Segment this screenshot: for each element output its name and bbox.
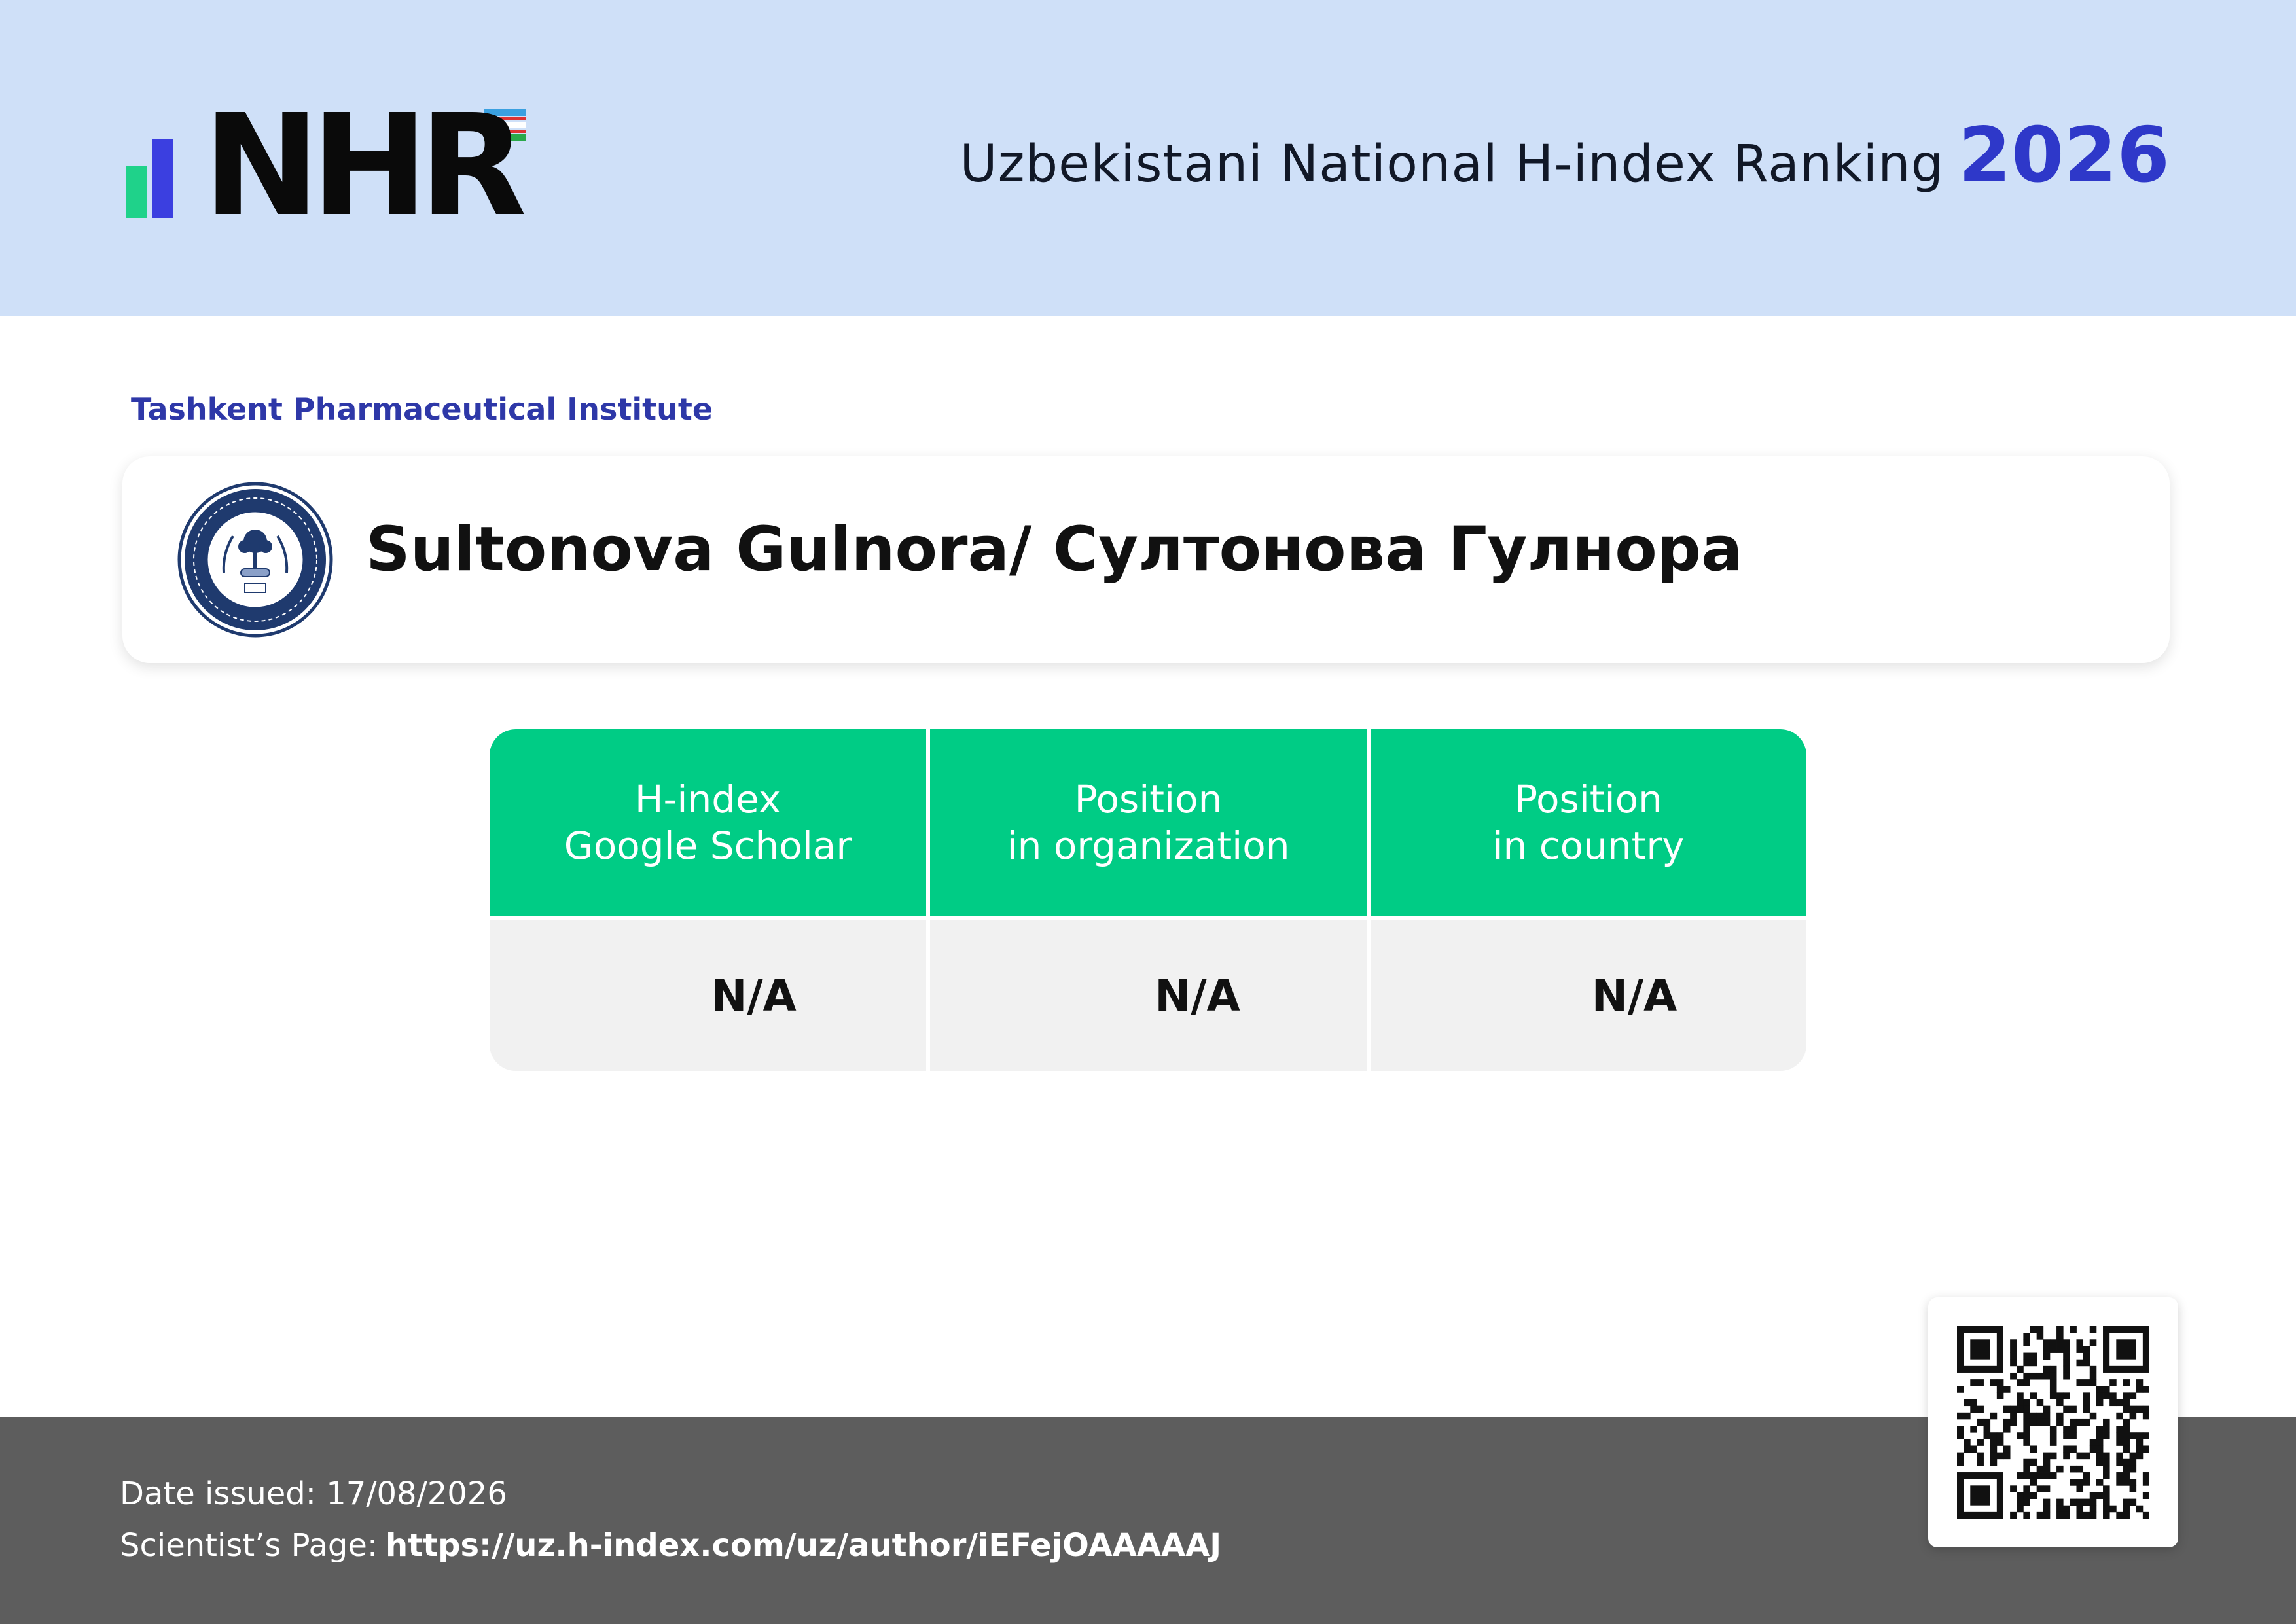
- header-title: Uzbekistani National H-index Ranking 2026: [960, 111, 2170, 200]
- date-label: Date issued:: [120, 1475, 316, 1512]
- ranking-title: Uzbekistani National H-index Ranking: [960, 135, 1945, 194]
- scientist-page: Scientist’s Page: https://uz.h-index.com/…: [120, 1527, 1221, 1564]
- header-line: in organization: [1007, 823, 1290, 868]
- organization-name: Tashkent Pharmaceutical Institute: [131, 391, 713, 427]
- date-issued: Date issued: 17/08/2026: [120, 1475, 507, 1512]
- institute-seal: [177, 481, 334, 638]
- country-position-value: N/A: [1371, 920, 1806, 1071]
- header-line: Position: [1515, 777, 1662, 822]
- hindex-value: N/A: [490, 920, 926, 1071]
- page-label: Scientist’s Page:: [120, 1527, 378, 1564]
- scientist-page-link[interactable]: https://uz.h-index.com/uz/author/iEFejOA…: [386, 1527, 1221, 1564]
- date-value: 17/08/2026: [326, 1475, 507, 1512]
- scientist-name: Sultonova Gulnora/ Султонова Гулнора: [366, 514, 1743, 585]
- header-line: in country: [1492, 823, 1685, 868]
- institute-seal-icon: [177, 482, 333, 638]
- ranking-year: 2026: [1958, 111, 2170, 200]
- ranking-table: H-index Google Scholar Position in organiz…: [490, 729, 1806, 1071]
- nhr-logo: NHR: [123, 96, 542, 236]
- logo-text: NHR: [203, 84, 527, 247]
- header-line: Google Scholar: [564, 823, 852, 868]
- header-line: H-index: [634, 777, 781, 822]
- column-header-org-position: Position in organization: [930, 729, 1367, 916]
- header: NHR Uzbekistani National H-index Ranking…: [0, 0, 2296, 316]
- column-header-hindex: H-index Google Scholar: [490, 729, 926, 916]
- qr-code[interactable]: [1928, 1297, 2178, 1547]
- qr-code-icon: [1957, 1326, 2149, 1519]
- scientist-card: Sultonova Gulnora/ Султонова Гулнора: [122, 456, 2170, 663]
- org-position-value: N/A: [930, 920, 1367, 1071]
- column-header-country-position: Position in country: [1371, 729, 1806, 916]
- header-line: Position: [1074, 777, 1223, 822]
